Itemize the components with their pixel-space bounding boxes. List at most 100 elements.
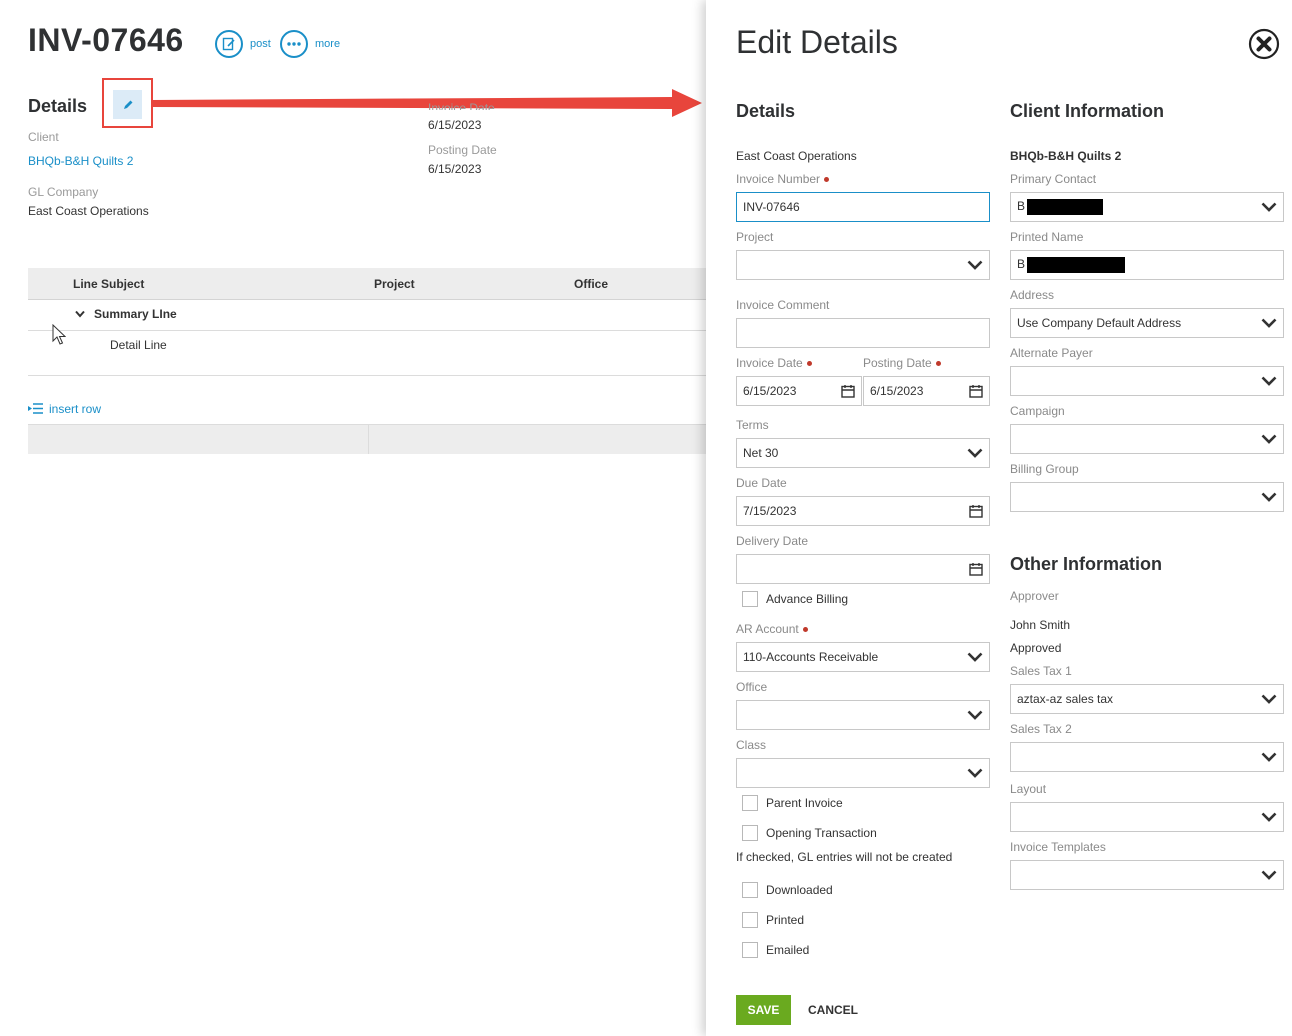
detail-line-label: Detail Line: [110, 338, 167, 352]
insert-row-icon[interactable]: [28, 403, 44, 414]
edit-details-button[interactable]: [113, 90, 142, 119]
layout-select[interactable]: [1010, 802, 1284, 832]
posting-date-value: 6/15/2023: [428, 162, 482, 176]
primary-contact-label: Primary Contact: [1010, 172, 1097, 186]
chevron-down-icon: [967, 710, 983, 720]
calendar-icon[interactable]: [841, 384, 855, 398]
opening-transaction-note: If checked, GL entries will not be creat…: [736, 850, 953, 864]
address-select[interactable]: Use Company Default Address: [1010, 308, 1284, 338]
primary-contact-select[interactable]: B: [1010, 192, 1284, 222]
invoice-number-input[interactable]: INV-07646: [736, 192, 990, 222]
chevron-down-icon: [1261, 434, 1277, 444]
required-indicator: [802, 627, 808, 633]
insert-row-link[interactable]: insert row: [49, 402, 101, 416]
client-link[interactable]: BHQb-B&H Quilts 2: [28, 154, 133, 168]
calendar-icon[interactable]: [969, 562, 983, 576]
calendar-icon[interactable]: [969, 504, 983, 518]
calendar-icon[interactable]: [969, 384, 983, 398]
checkbox[interactable]: [742, 591, 758, 607]
checkbox[interactable]: [742, 882, 758, 898]
invoice-date-value: 6/15/2023: [428, 118, 482, 132]
chevron-down-icon: [1261, 752, 1277, 762]
due-date-input[interactable]: 7/15/2023: [736, 496, 990, 526]
primary-contact-value: B: [1017, 199, 1026, 214]
chevron-down-icon: [967, 260, 983, 270]
save-button[interactable]: SAVE: [736, 995, 791, 1025]
chevron-down-icon[interactable]: [75, 310, 85, 318]
sales-tax1-select[interactable]: aztax-az sales tax: [1010, 684, 1284, 714]
sales-tax2-select[interactable]: [1010, 742, 1284, 772]
approver-value: John Smith: [1010, 618, 1071, 632]
posting-date-label-panel: Posting Date: [863, 356, 941, 370]
gl-company-label: GL Company: [28, 185, 99, 199]
sales-tax2-label: Sales Tax 2: [1010, 722, 1072, 736]
sales-tax1-label: Sales Tax 1: [1010, 664, 1072, 678]
advance-billing-label: Advance Billing: [766, 592, 849, 606]
column-office[interactable]: Office: [574, 277, 608, 291]
printed-name-input[interactable]: B: [1010, 250, 1284, 280]
advance-billing-checkbox[interactable]: Advance Billing: [742, 591, 848, 607]
campaign-select[interactable]: [1010, 424, 1284, 454]
invoice-comment-label: Invoice Comment: [736, 298, 830, 312]
ar-account-label: AR Account: [736, 622, 808, 636]
printed-name-label: Printed Name: [1010, 230, 1084, 244]
invoice-date-input[interactable]: 6/15/2023: [736, 376, 862, 406]
downloaded-label: Downloaded: [766, 883, 833, 897]
invoice-comment-input[interactable]: [736, 318, 990, 348]
class-select[interactable]: [736, 758, 990, 788]
column-line-subject[interactable]: Line Subject: [73, 277, 144, 291]
invoice-number-label: Invoice Number: [736, 172, 830, 186]
downloaded-checkbox[interactable]: Downloaded: [742, 882, 833, 898]
details-title: Details: [736, 101, 796, 121]
parent-invoice-checkbox[interactable]: Parent Invoice: [742, 795, 843, 811]
more-button[interactable]: more: [315, 38, 340, 50]
office-label: Office: [736, 680, 768, 694]
chevron-down-icon: [1261, 812, 1277, 822]
posting-date-label: Posting Date: [428, 143, 497, 157]
project-select[interactable]: [736, 250, 990, 280]
post-button[interactable]: post: [250, 38, 271, 50]
ar-account-select[interactable]: 110-Accounts Receivable: [736, 642, 990, 672]
terms-select[interactable]: Net 30: [736, 438, 990, 468]
project-label: Project: [736, 230, 774, 244]
client-name: BHQb-B&H Quilts 2: [1010, 149, 1122, 163]
checkbox[interactable]: [742, 942, 758, 958]
delivery-date-input[interactable]: [736, 554, 990, 584]
due-date-label: Due Date: [736, 476, 787, 490]
printed-label: Printed: [766, 913, 805, 927]
more-icon[interactable]: [280, 30, 308, 58]
checkbox[interactable]: [742, 825, 758, 841]
alternate-payer-label: Alternate Payer: [1010, 346, 1093, 360]
alternate-payer-select[interactable]: [1010, 366, 1284, 396]
posting-date-input[interactable]: 6/15/2023: [863, 376, 990, 406]
billing-group-label: Billing Group: [1010, 462, 1079, 476]
post-icon[interactable]: [215, 30, 243, 58]
client-label: Client: [28, 130, 59, 144]
cancel-button[interactable]: CANCEL: [808, 1003, 858, 1017]
column-project[interactable]: Project: [374, 277, 415, 291]
close-icon[interactable]: [1248, 28, 1280, 60]
invoice-templates-select[interactable]: [1010, 860, 1284, 890]
checkbox[interactable]: [742, 795, 758, 811]
invoice-templates-label: Invoice Templates: [1010, 840, 1106, 854]
checkbox[interactable]: [742, 912, 758, 928]
gl-company-value: East Coast Operations: [28, 204, 149, 218]
office-select[interactable]: [736, 700, 990, 730]
chevron-down-icon: [1261, 870, 1277, 880]
opening-transaction-checkbox[interactable]: Opening Transaction: [742, 825, 877, 841]
chevron-down-icon: [967, 652, 983, 662]
printed-checkbox[interactable]: Printed: [742, 912, 804, 928]
delivery-date-label: Delivery Date: [736, 534, 809, 548]
chevron-down-icon: [1261, 694, 1277, 704]
summary-line-label: Summary LIne: [94, 307, 177, 321]
approval-status: Approved: [1010, 641, 1062, 655]
invoice-title: INV-07646: [28, 22, 184, 58]
invoice-date-label: Invoice Date: [428, 101, 495, 110]
emailed-checkbox[interactable]: Emailed: [742, 942, 809, 958]
billing-group-select[interactable]: [1010, 482, 1284, 512]
parent-invoice-label: Parent Invoice: [766, 796, 843, 810]
required-indicator: [806, 361, 812, 367]
grid-footer-divider: [368, 424, 369, 454]
other-info-title: Other Information: [1010, 554, 1162, 574]
redaction-bar: [1027, 199, 1104, 215]
